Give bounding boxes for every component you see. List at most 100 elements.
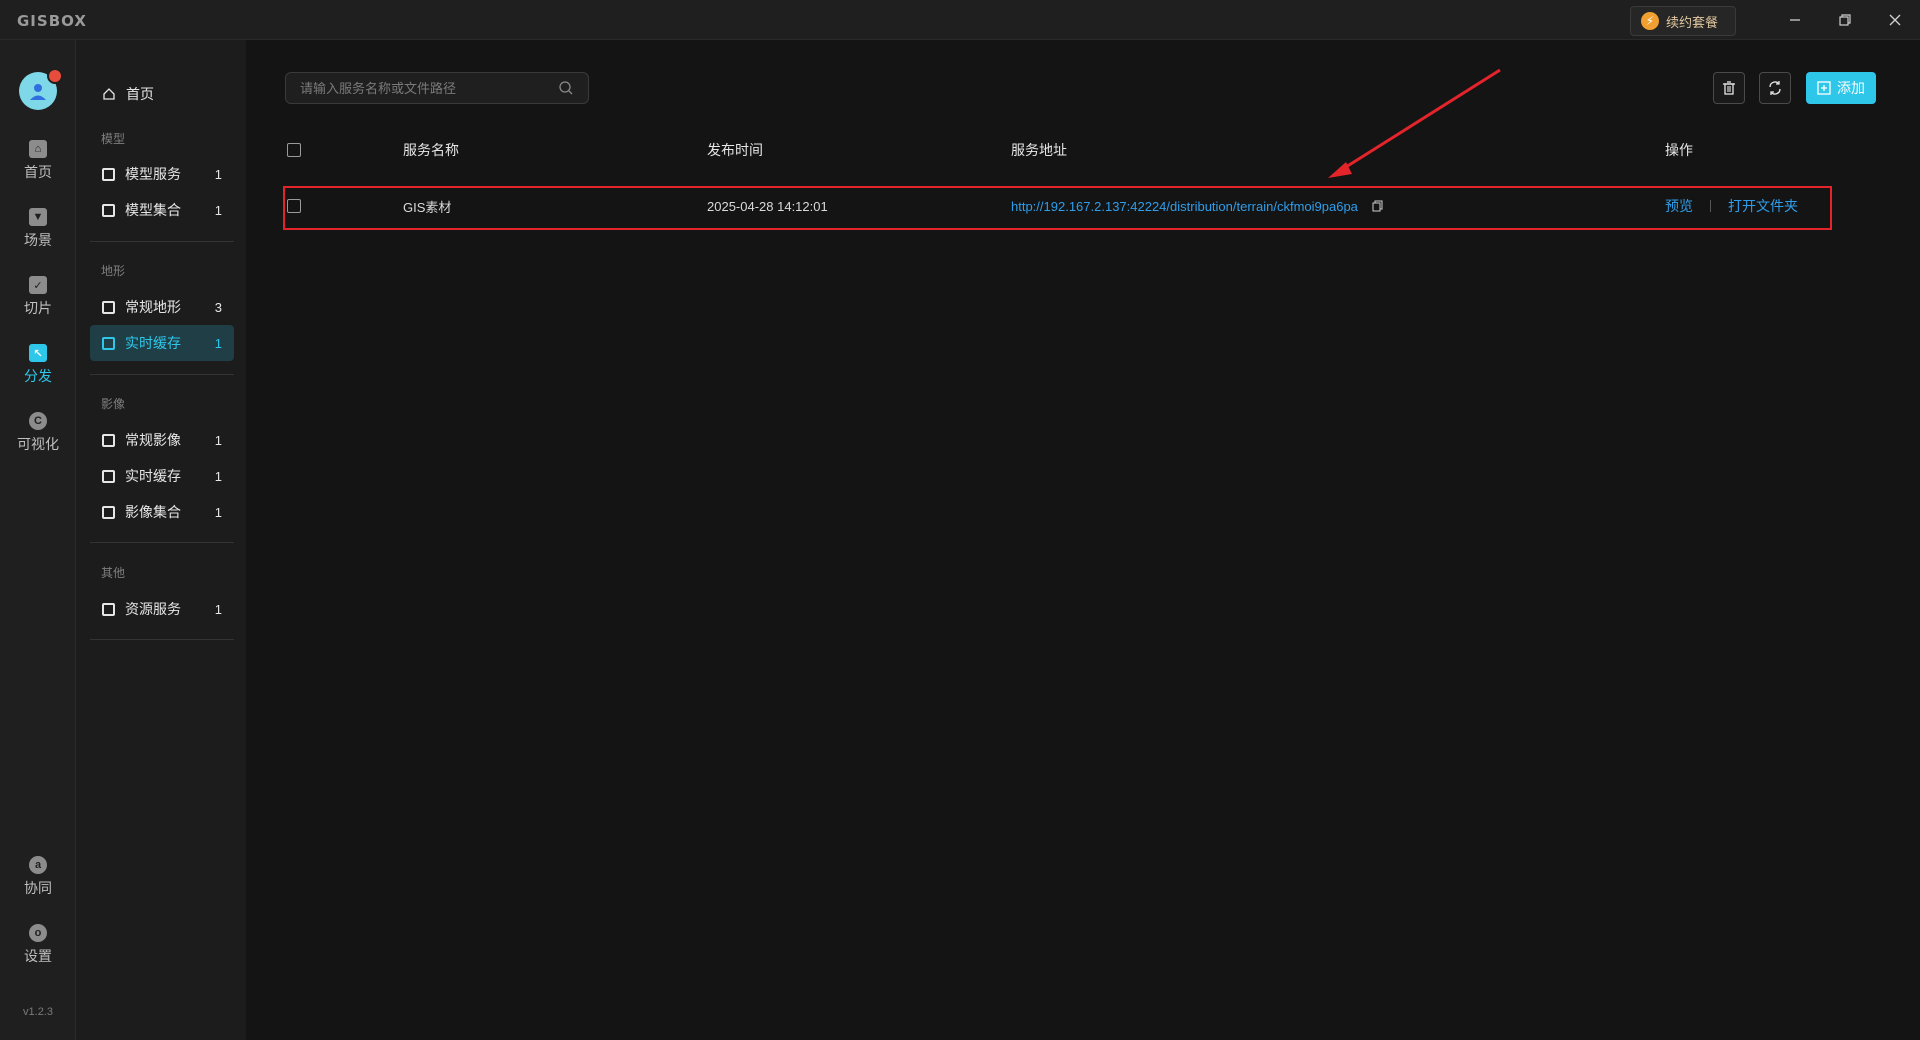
divider	[90, 639, 234, 640]
table-row: GIS素材 2025-04-28 14:12:01 http://192.167…	[285, 186, 1835, 226]
rail-item-label: 协同	[24, 880, 52, 896]
rail-item-label: 可视化	[17, 436, 59, 452]
cell-service-name: GIS素材	[403, 199, 452, 215]
sidebar-item-label: 模型集合	[125, 202, 181, 218]
sidebar-item-terrain-regular[interactable]: 常规地形 3	[90, 289, 234, 325]
visualize-icon: C	[29, 412, 47, 430]
notification-badge	[47, 68, 63, 84]
rail-item-visualize[interactable]: C 可视化	[0, 412, 76, 468]
service-url-link[interactable]: http://192.167.2.137:42224/distribution/…	[1011, 199, 1358, 214]
group-label-terrain: 地形	[101, 264, 126, 278]
rail-item-collab[interactable]: a 协同	[0, 856, 76, 912]
sidebar-item-label: 模型服务	[125, 166, 181, 182]
group-label-imagery: 影像	[101, 397, 126, 411]
distribute-icon: ↖	[29, 344, 47, 362]
sidebar-item-label: 实时缓存	[125, 335, 181, 351]
user-icon	[30, 84, 46, 100]
sidebar-item-terrain-realtime[interactable]: 实时缓存 1	[90, 325, 234, 361]
rail-item-home[interactable]: ⌂ 首页	[0, 140, 76, 196]
sidebar-item-model-service[interactable]: 模型服务 1	[90, 156, 234, 192]
sidebar-item-count: 1	[214, 504, 222, 520]
copy-icon[interactable]	[1372, 200, 1384, 212]
sidebar-item-label: 实时缓存	[125, 468, 181, 484]
row-checkbox[interactable]	[287, 199, 301, 213]
divider	[90, 374, 234, 375]
sidebar-item-model-collection[interactable]: 模型集合 1	[90, 192, 234, 228]
sub-sidebar: 首页 模型 模型服务 1 模型集合 1 地形 常规地形 3 实时缓存 1 影像 …	[76, 40, 246, 1040]
sidebar-item-imagery-collection[interactable]: 影像集合 1	[90, 494, 234, 530]
settings-icon: o	[29, 924, 47, 942]
home-icon	[103, 88, 115, 100]
add-button[interactable]: 添加	[1806, 72, 1876, 104]
rail-item-settings[interactable]: o 设置	[0, 924, 76, 980]
search-icon[interactable]	[558, 80, 574, 96]
sidebar-item-label: 常规地形	[125, 299, 181, 315]
renew-plan-label: 续约套餐	[1666, 14, 1719, 30]
sidebar-item-count: 1	[214, 335, 222, 351]
rail-item-label: 设置	[24, 948, 52, 964]
imagery-regular-icon	[102, 433, 115, 447]
minimize-button[interactable]	[1780, 8, 1810, 32]
main-content: 添加 服务名称 发布时间 服务地址 操作 GIS素材 2025-04-28 14…	[246, 40, 1920, 1040]
imagery-realtime-icon	[102, 469, 115, 483]
sidebar-item-resource-service[interactable]: 资源服务 1	[90, 591, 234, 627]
action-separator	[1710, 200, 1711, 212]
cell-actions: 预览 打开文件夹	[1665, 196, 1798, 216]
left-rail: ⌂ 首页 ▼ 场景 ✓ 切片 ↖ 分发 C 可视化 a 协同 o 设置 v1.2…	[0, 40, 76, 1040]
preview-link[interactable]: 预览	[1665, 196, 1693, 216]
add-button-label: 添加	[1837, 80, 1865, 96]
divider	[90, 542, 234, 543]
sidebar-item-count: 1	[214, 601, 222, 617]
group-label-model: 模型	[101, 132, 126, 146]
refresh-icon	[1769, 81, 1781, 95]
app-version: v1.2.3	[23, 1006, 53, 1018]
header-checkbox-cell	[285, 143, 403, 157]
table-header: 服务名称 发布时间 服务地址 操作	[285, 130, 1885, 170]
divider	[90, 241, 234, 242]
sidebar-item-label: 常规影像	[125, 432, 181, 448]
group-label-other: 其他	[101, 566, 126, 580]
rail-item-label: 首页	[24, 164, 52, 180]
minimize-icon	[1790, 19, 1800, 21]
terrain-realtime-icon	[102, 336, 115, 350]
app-logo: GISBOX	[17, 12, 87, 30]
collab-icon: a	[29, 856, 47, 874]
rail-item-tile[interactable]: ✓ 切片	[0, 276, 76, 332]
delete-button[interactable]	[1713, 72, 1745, 104]
column-header-name: 服务名称	[403, 142, 459, 158]
sidebar-item-label: 影像集合	[125, 504, 181, 520]
add-icon	[1817, 81, 1831, 95]
sidebar-item-imagery-regular[interactable]: 常规影像 1	[90, 422, 234, 458]
resource-service-icon	[102, 602, 115, 616]
column-header-time: 发布时间	[707, 142, 763, 158]
search-input[interactable]	[300, 80, 558, 96]
title-bar: GISBOX ⚡ 续约套餐	[0, 0, 1920, 40]
terrain-regular-icon	[102, 300, 115, 314]
tile-icon: ✓	[29, 276, 47, 294]
sidebar-item-imagery-realtime[interactable]: 实时缓存 1	[90, 458, 234, 494]
scene-icon: ▼	[29, 208, 47, 226]
rail-item-label: 分发	[24, 368, 52, 384]
open-folder-link[interactable]: 打开文件夹	[1728, 196, 1798, 216]
renew-plan-button[interactable]: ⚡ 续约套餐	[1630, 6, 1736, 36]
rail-item-label: 场景	[24, 232, 52, 248]
sidebar-item-home[interactable]: 首页	[90, 78, 234, 110]
sidebar-item-label: 首页	[126, 86, 154, 102]
select-all-checkbox[interactable]	[287, 143, 301, 157]
sidebar-item-count: 1	[214, 432, 222, 448]
column-header-actions: 操作	[1665, 142, 1693, 158]
refresh-button[interactable]	[1759, 72, 1791, 104]
column-header-url: 服务地址	[1011, 142, 1067, 158]
cell-service-url: http://192.167.2.137:42224/distribution/…	[1011, 199, 1665, 214]
rail-item-scene[interactable]: ▼ 场景	[0, 208, 76, 264]
close-button[interactable]	[1880, 8, 1910, 32]
search-box	[285, 72, 589, 104]
restore-icon	[1839, 14, 1851, 26]
rail-item-distribute[interactable]: ↖ 分发	[0, 344, 76, 400]
restore-button[interactable]	[1830, 8, 1860, 32]
cell-publish-time: 2025-04-28 14:12:01	[707, 198, 828, 214]
trash-icon	[1723, 81, 1735, 95]
lightning-icon: ⚡	[1641, 12, 1659, 30]
sidebar-item-count: 1	[214, 202, 222, 218]
sidebar-item-count: 3	[214, 299, 222, 315]
